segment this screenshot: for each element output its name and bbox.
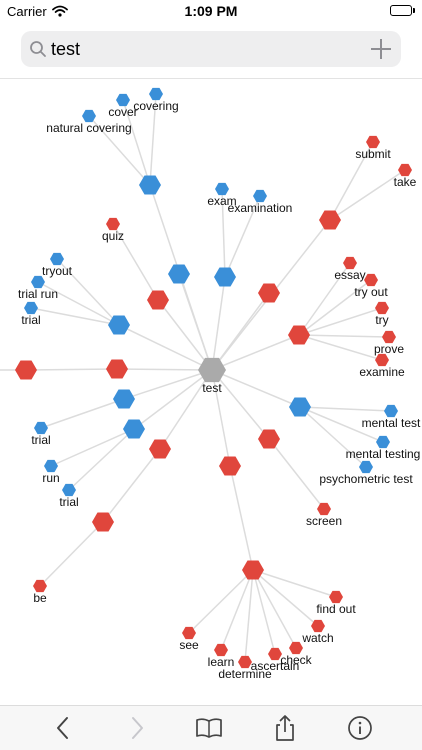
word-label[interactable]: see [179,638,199,652]
book-icon[interactable] [194,714,224,742]
word-label[interactable]: trial [21,313,40,327]
plus-icon[interactable] [369,37,393,66]
word-label[interactable]: watch [301,631,333,645]
graph-edge [68,428,135,491]
graph-edge [220,569,254,651]
noun-node[interactable] [214,267,236,287]
graph-edge [298,334,383,361]
graph-edge [25,368,118,371]
word-label[interactable]: determine [218,667,272,681]
graph-edge [157,299,213,371]
word-label[interactable]: natural covering [46,121,131,135]
graph-edge [252,569,276,655]
share-icon[interactable] [270,714,300,742]
graph-edge [40,398,125,429]
center-word-node[interactable] [198,357,226,383]
word-label[interactable]: trial run [18,287,58,301]
noun-node[interactable] [113,389,135,409]
graph-edge [211,369,301,408]
word-label[interactable]: trial [59,495,78,509]
noun-node[interactable] [108,315,130,335]
graph-edge [244,569,254,663]
status-time: 1:09 PM [184,3,238,19]
graph-edge [298,334,390,338]
back-icon[interactable] [48,714,78,742]
graph-edge [39,521,104,587]
word-label[interactable]: trial [31,433,50,447]
graph-edge [50,428,135,467]
verb-node[interactable] [219,456,241,476]
graph-edge [252,569,319,627]
verb-node[interactable] [319,210,341,230]
graph-edge [133,369,213,430]
verb-node[interactable] [92,512,114,532]
word-label[interactable]: run [42,471,59,485]
graph-edge [268,438,325,510]
noun-node[interactable] [139,175,161,195]
graph-edge [123,369,213,400]
info-icon[interactable] [345,714,375,742]
battery-icon [390,5,412,16]
word-label[interactable]: mental testing [346,447,421,461]
word-label[interactable]: try out [354,285,388,299]
graph-edges [0,93,406,663]
word-label[interactable]: submit [355,147,391,161]
word-label[interactable]: tryout [42,264,73,278]
graph-edge [188,569,254,634]
graph-edge [118,324,213,371]
verb-node[interactable] [258,283,280,303]
word-graph[interactable]: testcovercoveringnatural coveringsubmitt… [0,79,422,705]
verb-node[interactable] [149,439,171,459]
verb-node[interactable] [106,359,128,379]
word-label[interactable]: psychometric test [319,472,413,486]
word-label[interactable]: examination [228,201,293,215]
word-label[interactable]: take [394,175,417,189]
graph-nodes: testcovercoveringnatural coveringsubmitt… [15,87,421,681]
noun-node[interactable] [168,264,190,284]
graph-edge [116,368,213,371]
word-label[interactable]: covering [133,99,178,113]
status-bar: Carrier 1:09 PM [0,0,422,24]
graph-edge [299,406,392,412]
word-label[interactable]: test [202,381,222,395]
word-label[interactable]: screen [306,514,342,528]
graph-edge [298,307,383,336]
word-label[interactable]: quiz [102,229,124,243]
battery-cap [413,8,415,13]
word-label[interactable]: find out [316,602,356,616]
word-label[interactable]: be [33,591,47,605]
word-label[interactable]: examine [359,365,405,379]
bottom-toolbar [0,705,422,750]
search-input[interactable] [51,37,351,61]
search-icon [29,40,47,63]
word-label[interactable]: essay [334,268,365,282]
verb-node[interactable] [15,360,37,380]
graph-edge [229,465,254,571]
search-bar [21,31,401,67]
verb-node[interactable] [258,429,280,449]
word-label[interactable]: try [375,313,388,327]
graph-edge [102,448,161,523]
forward-icon[interactable] [122,714,152,742]
word-label[interactable]: mental test [362,416,421,430]
verb-node[interactable] [147,290,169,310]
